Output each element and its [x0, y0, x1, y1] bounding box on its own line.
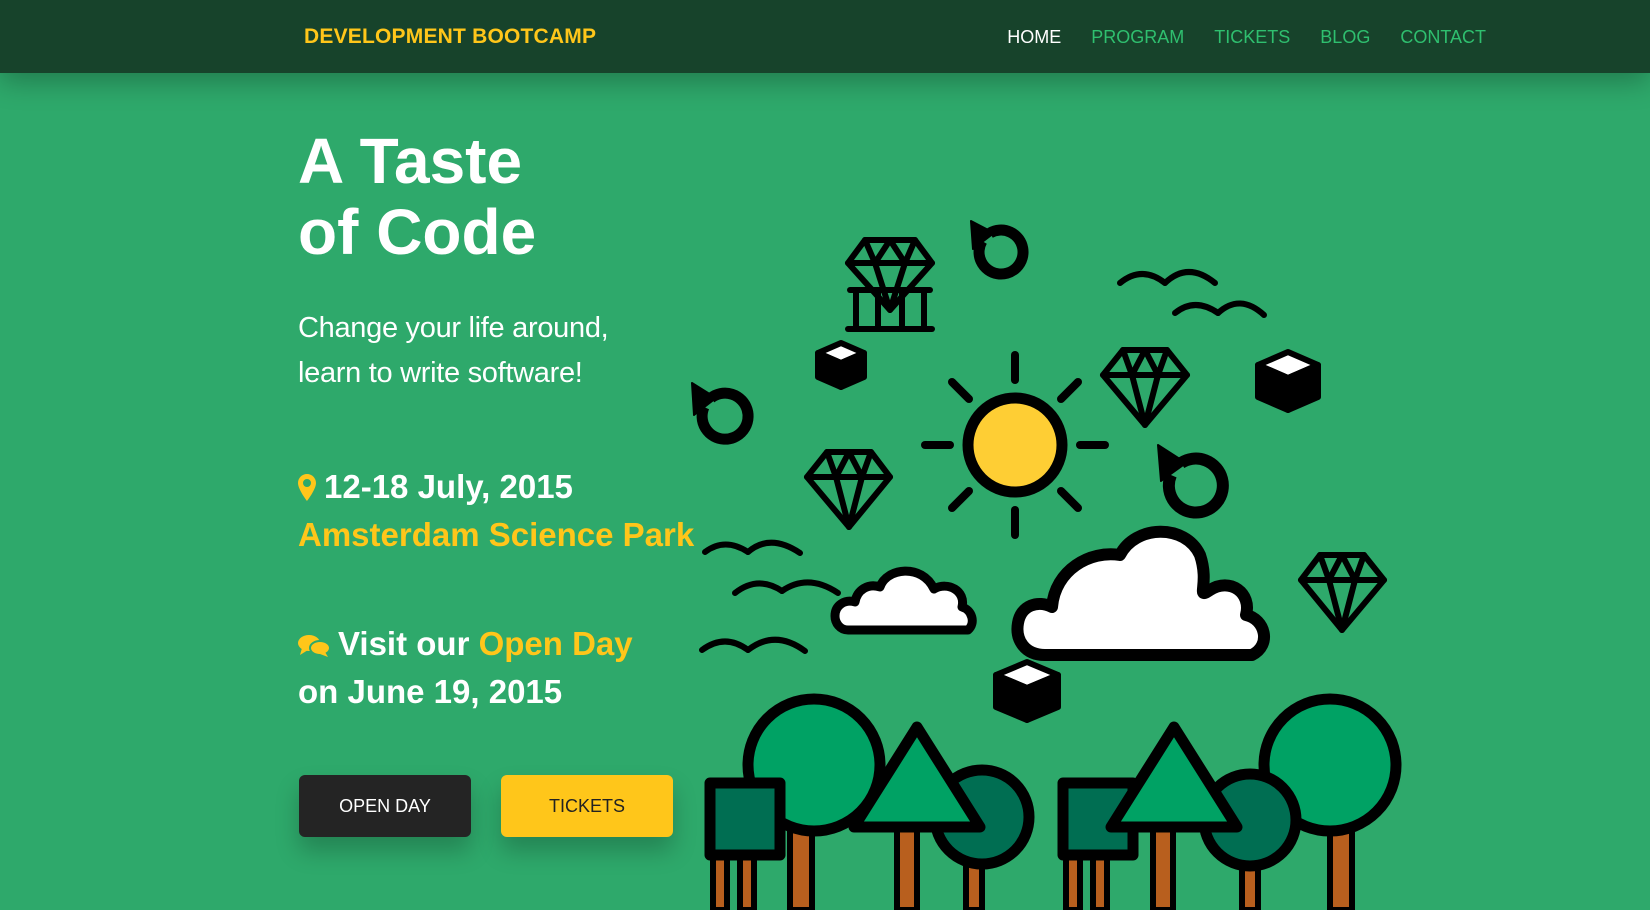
cube-icon: [815, 340, 867, 390]
nav-link-home[interactable]: HOME: [1007, 27, 1061, 48]
hero-illustration: [691, 220, 1402, 910]
nav-link-contact[interactable]: CONTACT: [1400, 27, 1486, 48]
main-nav: HOME PROGRAM TICKETS BLOG CONTACT: [1007, 27, 1486, 48]
cloud-icon: [1011, 525, 1270, 661]
open-day-date: on June 19, 2015: [298, 672, 563, 710]
open-day-button[interactable]: OPEN DAY: [299, 775, 471, 837]
open-day-highlight: Open Day: [478, 624, 633, 662]
open-day-row: Visit our Open Day: [298, 621, 718, 669]
refresh-arrow-icon: [1157, 444, 1229, 519]
diamond-icon: [804, 449, 893, 530]
chat-bubbles-icon: [298, 624, 331, 669]
sun-icon: [921, 351, 1109, 539]
hero-subtitle: Change your life around, learn to write …: [298, 306, 718, 396]
event-location: Amsterdam Science Park: [298, 515, 695, 553]
nav-link-tickets[interactable]: TICKETS: [1214, 27, 1290, 48]
tickets-button[interactable]: TICKETS: [501, 775, 673, 837]
diamond-icon: [1100, 347, 1190, 428]
cube-icon: [1255, 349, 1321, 413]
diamond-pedestal-icon: [845, 237, 935, 332]
map-marker-icon: [298, 467, 316, 512]
diamond-icon: [1298, 552, 1387, 633]
event-date-row: 12-18 July, 2015: [298, 464, 718, 512]
brand-logo-link[interactable]: DEVELOPMENT BOOTCAMP: [304, 25, 596, 49]
hero-title: A Taste of Code: [298, 126, 718, 268]
open-day-prefix: Visit our: [338, 624, 470, 662]
event-details: 12-18 July, 2015 Amsterdam Science Park: [298, 464, 718, 557]
event-date: 12-18 July, 2015: [324, 468, 573, 505]
top-navbar: DEVELOPMENT BOOTCAMP HOME PROGRAM TICKET…: [0, 0, 1650, 73]
subtitle-line1: Change your life around,: [298, 312, 609, 344]
refresh-arrow-icon: [970, 220, 1029, 280]
cloud-icon: [830, 566, 977, 635]
refresh-arrow-icon: [691, 382, 754, 445]
nav-link-blog[interactable]: BLOG: [1320, 27, 1370, 48]
hero-title-line2: of Code: [298, 196, 537, 268]
open-day-info: Visit our Open Day on June 19, 2015: [298, 621, 718, 714]
hero-title-line1: A Taste: [298, 125, 523, 197]
nav-link-program[interactable]: PROGRAM: [1091, 27, 1184, 48]
hero-section: A Taste of Code Change your life around,…: [298, 126, 718, 714]
subtitle-line2: learn to write software!: [298, 357, 583, 389]
cube-icon: [993, 659, 1061, 723]
